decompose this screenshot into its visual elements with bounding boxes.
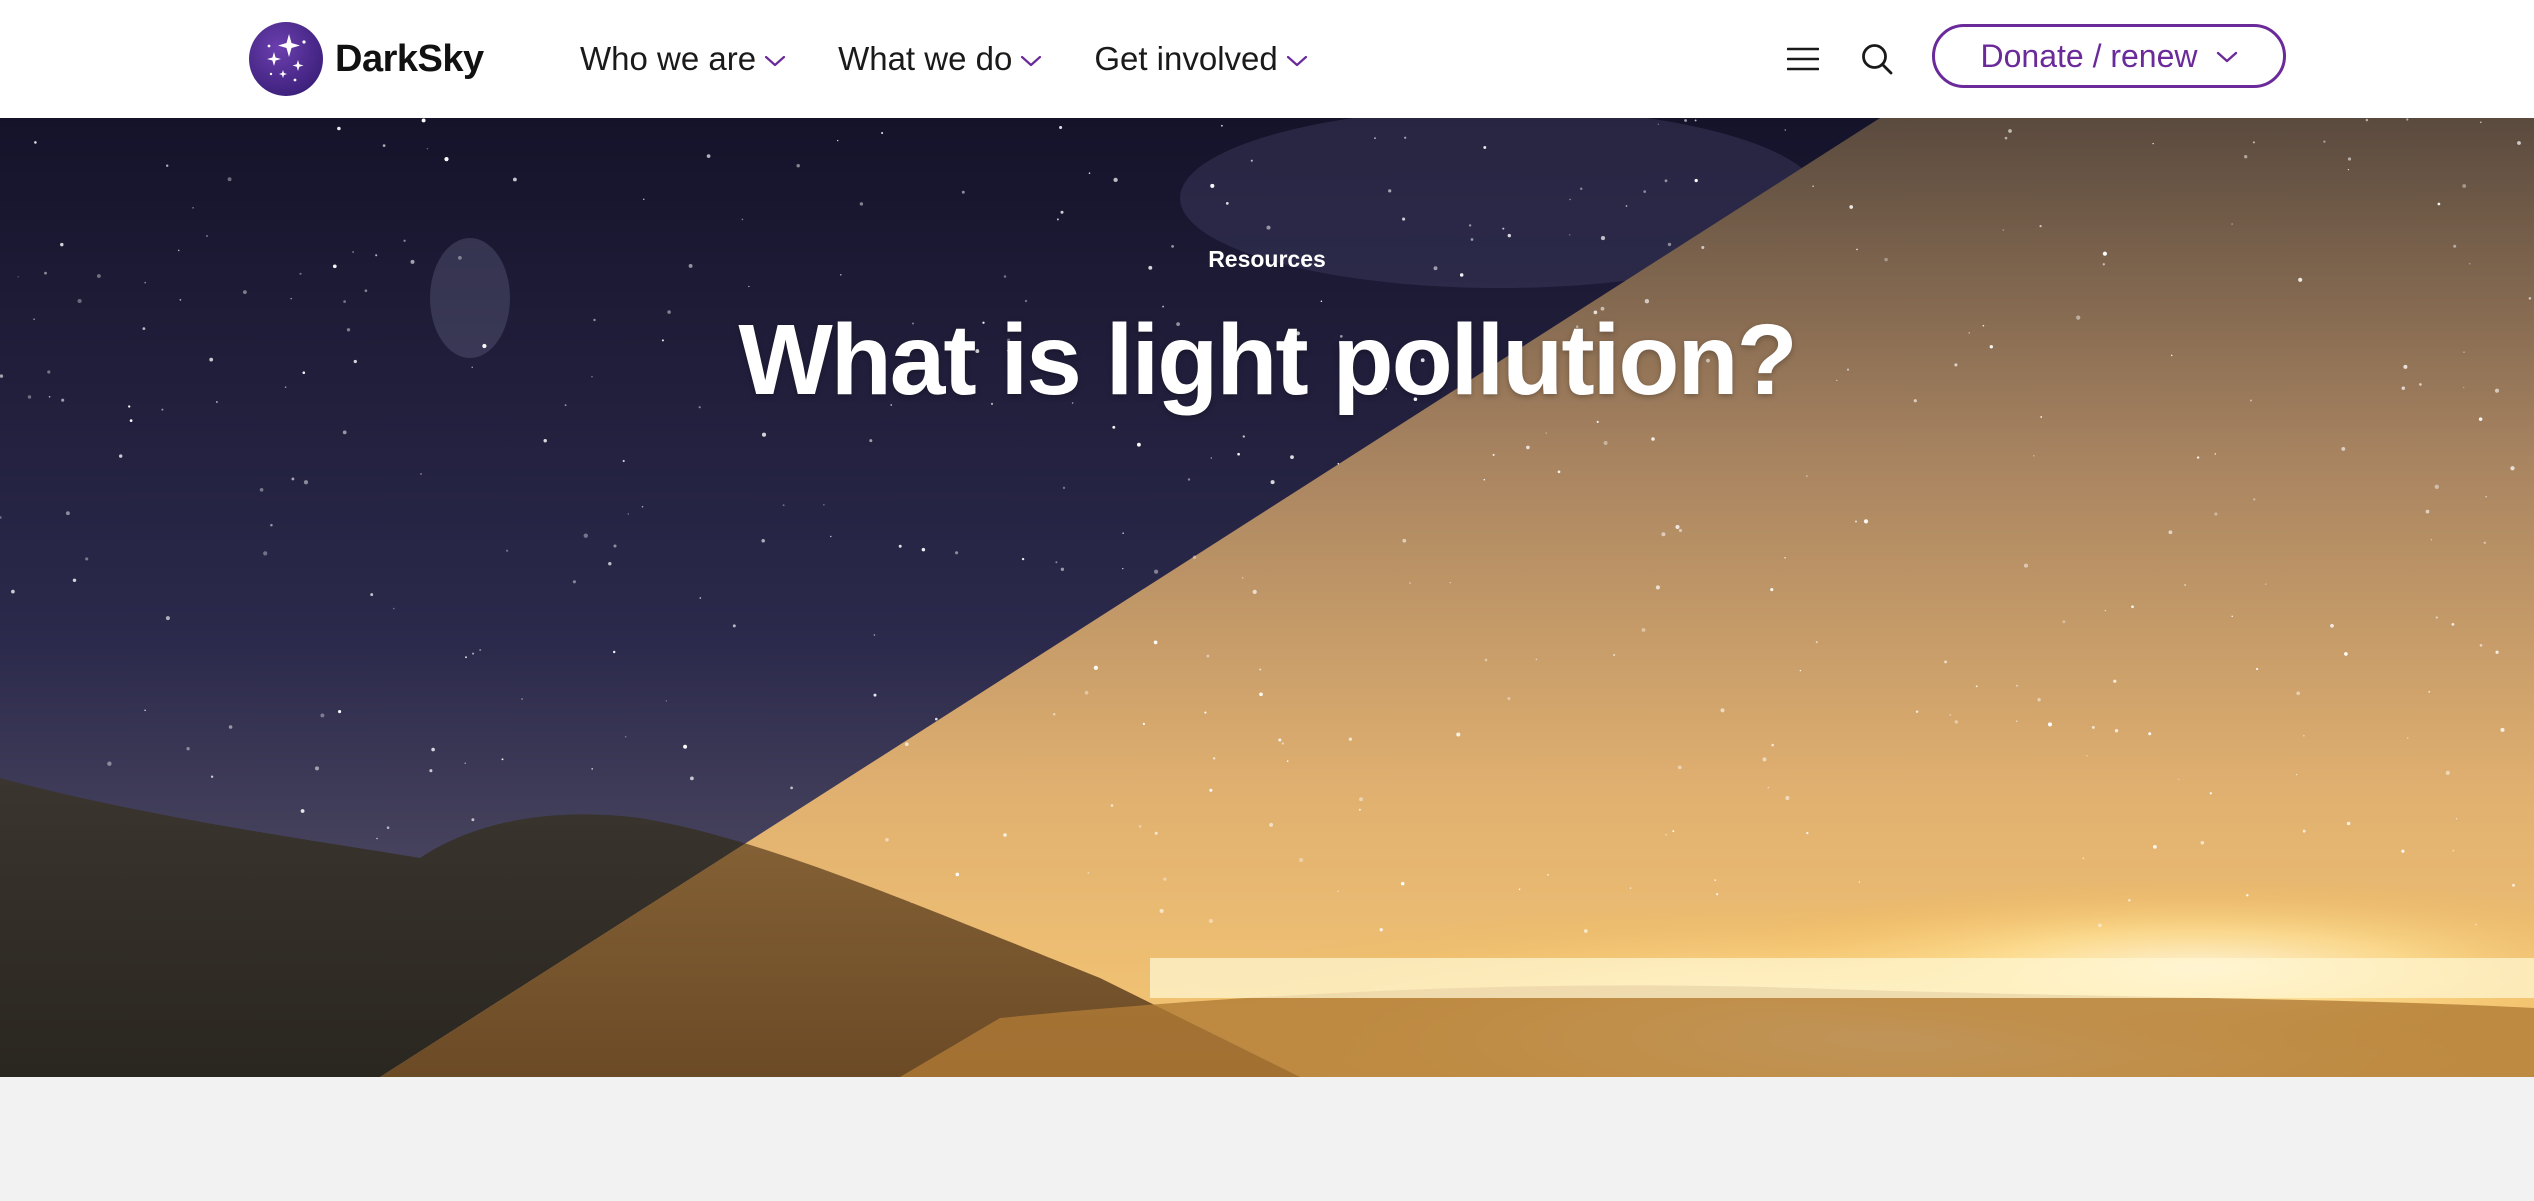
nav-item-label: Get involved xyxy=(1094,40,1278,77)
nav-item-label: Who we are xyxy=(580,40,757,77)
nav-item-get-involved[interactable]: Get involved xyxy=(1094,40,1307,78)
content-area xyxy=(0,1077,2534,1201)
site-header: DarkSky Who we are What we do Get involv… xyxy=(0,0,2534,118)
chevron-down-icon xyxy=(764,55,786,67)
nav-item-what-we-do[interactable]: What we do xyxy=(838,40,1042,78)
search-button[interactable] xyxy=(1854,36,1900,82)
darksky-logo[interactable]: DarkSky xyxy=(249,22,484,96)
page-title: What is light pollution? xyxy=(738,304,1797,416)
menu-button[interactable] xyxy=(1780,36,1826,82)
logo-wordmark: DarkSky xyxy=(335,37,484,80)
chevron-down-icon xyxy=(2216,51,2237,63)
donate-label: Donate / renew xyxy=(1980,37,2198,74)
chevron-down-icon xyxy=(1021,55,1042,67)
search-icon xyxy=(1862,44,1893,75)
hamburger-menu-icon xyxy=(1787,47,1819,71)
main-nav: Who we are What we do Get involved xyxy=(580,0,1360,118)
breadcrumb-resources[interactable]: Resources xyxy=(0,246,2534,273)
nav-item-label: What we do xyxy=(838,40,1013,77)
nav-item-who-we-are[interactable]: Who we are xyxy=(580,40,786,78)
hero-banner: Resources What is light pollution? xyxy=(0,118,2534,1077)
starry-logo-icon xyxy=(249,22,323,96)
chevron-down-icon xyxy=(1286,55,1307,67)
donate-renew-button[interactable]: Donate / renew xyxy=(1932,24,2286,88)
